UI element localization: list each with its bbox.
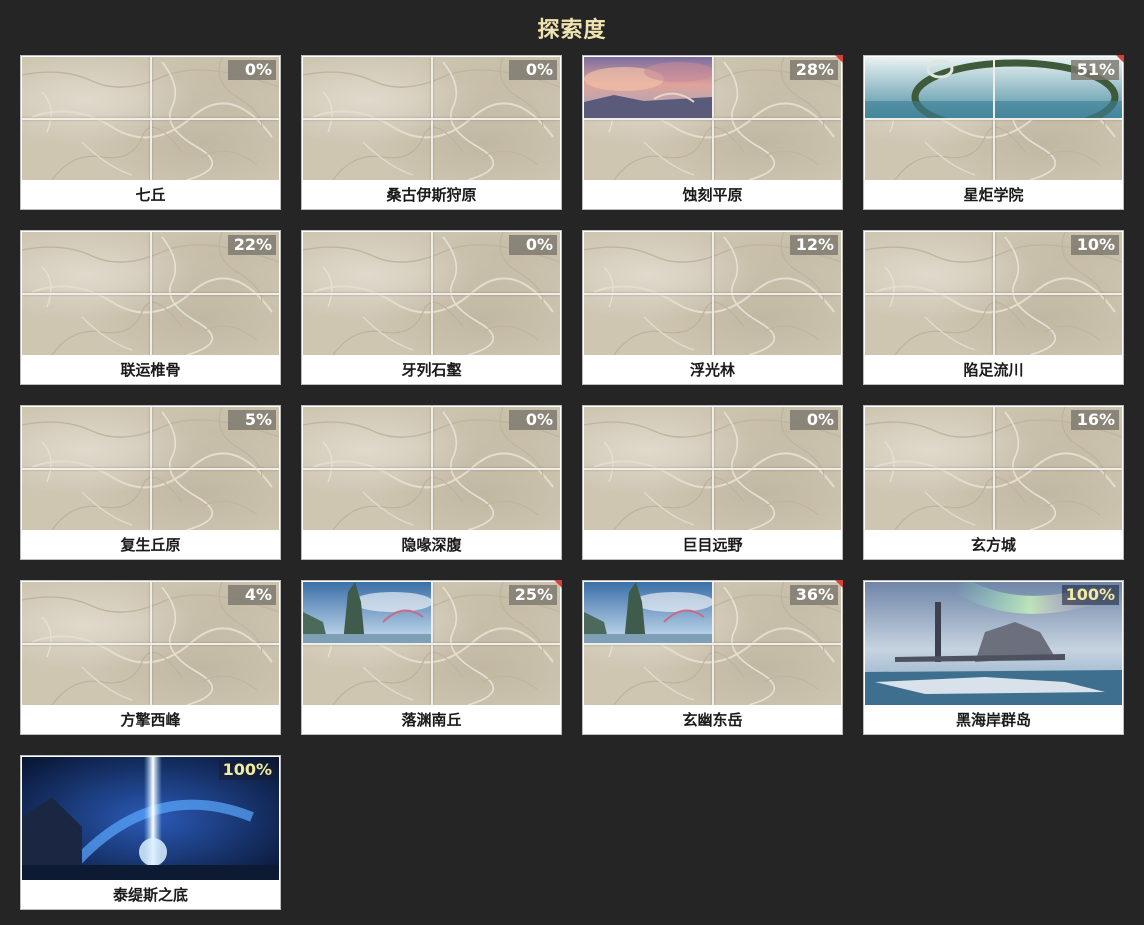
exploration-percent: 28% <box>790 60 838 80</box>
region-name: 联运椎骨 <box>120 361 181 379</box>
region-thumbnail: 28% <box>584 57 841 180</box>
region-thumbnail: 0% <box>303 57 560 180</box>
region-thumbnail: 100% <box>865 582 1122 705</box>
spire-scene-image <box>584 582 714 643</box>
region-card[interactable]: 36% 玄幽东岳 <box>582 580 843 735</box>
exploration-percent: 4% <box>228 585 276 605</box>
exploration-percent: 51% <box>1071 60 1119 80</box>
region-card[interactable]: 0% 牙列石壑 <box>301 230 562 385</box>
region-name: 七丘 <box>135 186 166 204</box>
exploration-percent: 12% <box>790 235 838 255</box>
exploration-percent: 100% <box>1061 585 1119 605</box>
region-thumbnail: 0% <box>303 232 560 355</box>
region-card[interactable]: 4% 方擎西峰 <box>20 580 281 735</box>
region-thumbnail: 25% <box>303 582 560 705</box>
region-name: 陷足流川 <box>963 361 1024 379</box>
exploration-percent: 22% <box>228 235 276 255</box>
exploration-percent: 16% <box>1071 410 1119 430</box>
region-thumbnail: 36% <box>584 582 841 705</box>
region-card[interactable]: 0% 隐喙深腹 <box>301 405 562 560</box>
region-thumbnail: 0% <box>22 57 279 180</box>
region-card[interactable]: 16% 玄方城 <box>863 405 1124 560</box>
new-flag-icon <box>835 55 843 63</box>
region-name: 复生丘原 <box>120 536 181 554</box>
sunset-scene-image <box>584 57 714 118</box>
region-thumbnail: 51% <box>865 57 1122 180</box>
new-flag-icon <box>554 580 562 588</box>
region-name: 星炬学院 <box>963 186 1024 204</box>
region-card[interactable]: 10% 陷足流川 <box>863 230 1124 385</box>
region-name: 黑海岸群岛 <box>955 711 1031 729</box>
region-thumbnail: 100% <box>22 757 279 880</box>
exploration-percent: 5% <box>228 410 276 430</box>
exploration-percent: 100% <box>218 760 276 780</box>
region-thumbnail: 0% <box>303 407 560 530</box>
region-name: 隐喙深腹 <box>401 536 462 554</box>
region-name: 落渊南丘 <box>401 711 462 729</box>
region-name: 泰缇斯之底 <box>112 886 188 904</box>
region-name: 蚀刻平原 <box>682 186 743 204</box>
exploration-percent: 0% <box>790 410 838 430</box>
exploration-percent: 0% <box>509 235 557 255</box>
region-card[interactable]: 28% 蚀刻平原 <box>582 55 843 210</box>
region-card[interactable]: 25% 落渊南丘 <box>301 580 562 735</box>
region-thumbnail: 0% <box>584 407 841 530</box>
new-flag-icon <box>1116 55 1124 63</box>
region-name: 方擎西峰 <box>120 711 181 729</box>
exploration-percent: 36% <box>790 585 838 605</box>
map-divider <box>993 57 995 118</box>
exploration-percent: 10% <box>1071 235 1119 255</box>
exploration-percent: 0% <box>509 60 557 80</box>
region-card[interactable]: 5% 复生丘原 <box>20 405 281 560</box>
region-name: 巨目远野 <box>682 536 743 554</box>
region-name: 玄幽东岳 <box>682 711 743 729</box>
region-name: 桑古伊斯狩原 <box>386 186 477 204</box>
region-thumbnail: 12% <box>584 232 841 355</box>
exploration-percent: 25% <box>509 585 557 605</box>
region-card[interactable]: 0% 巨目远野 <box>582 405 843 560</box>
region-thumbnail: 5% <box>22 407 279 530</box>
region-grid: 0% 七丘 0% 桑古伊斯狩原 28% 蚀刻平原 51% 星炬学院 22% 联运椎骨 <box>20 55 1124 910</box>
region-thumbnail: 22% <box>22 232 279 355</box>
region-card[interactable]: 0% 七丘 <box>20 55 281 210</box>
region-thumbnail: 4% <box>22 582 279 705</box>
region-card[interactable]: 0% 桑古伊斯狩原 <box>301 55 562 210</box>
exploration-percent: 0% <box>509 410 557 430</box>
region-thumbnail: 10% <box>865 232 1122 355</box>
spire-scene-image <box>303 582 433 643</box>
new-flag-icon <box>835 580 843 588</box>
exploration-percent: 0% <box>228 60 276 80</box>
region-card[interactable]: 100% 黑海岸群岛 <box>863 580 1124 735</box>
region-card[interactable]: 100% 泰缇斯之底 <box>20 755 281 910</box>
page-title: 探索度 <box>537 18 607 43</box>
region-card[interactable]: 12% 浮光林 <box>582 230 843 385</box>
region-name: 玄方城 <box>970 536 1016 554</box>
region-name: 牙列石壑 <box>401 361 462 379</box>
region-name: 浮光林 <box>689 361 735 379</box>
region-card[interactable]: 51% 星炬学院 <box>863 55 1124 210</box>
region-card[interactable]: 22% 联运椎骨 <box>20 230 281 385</box>
region-thumbnail: 16% <box>865 407 1122 530</box>
